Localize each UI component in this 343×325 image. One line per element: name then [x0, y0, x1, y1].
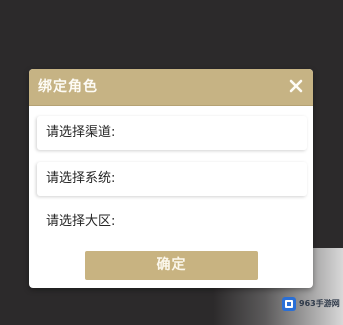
- channel-select-label: 请选择渠道:: [46, 125, 116, 140]
- watermark: 963手游网: [282, 292, 340, 314]
- system-select-label: 请选择系统:: [46, 171, 116, 186]
- channel-select[interactable]: 请选择渠道:: [37, 116, 307, 150]
- dialog-title: 绑定角色: [38, 79, 98, 95]
- dialog-header: 绑定角色: [29, 69, 313, 106]
- watermark-text: 963手游网: [299, 298, 340, 308]
- region-select-label: 请选择大区:: [46, 214, 116, 229]
- region-select[interactable]: 请选择大区:: [37, 205, 307, 239]
- bind-role-dialog: 绑定角色 请选择渠道: 请选择系统: 请选择大区: 确定: [29, 69, 313, 288]
- system-select[interactable]: 请选择系统:: [37, 162, 307, 196]
- watermark-logo-icon: [282, 296, 296, 311]
- close-icon[interactable]: [288, 78, 304, 94]
- confirm-button[interactable]: 确定: [85, 251, 258, 280]
